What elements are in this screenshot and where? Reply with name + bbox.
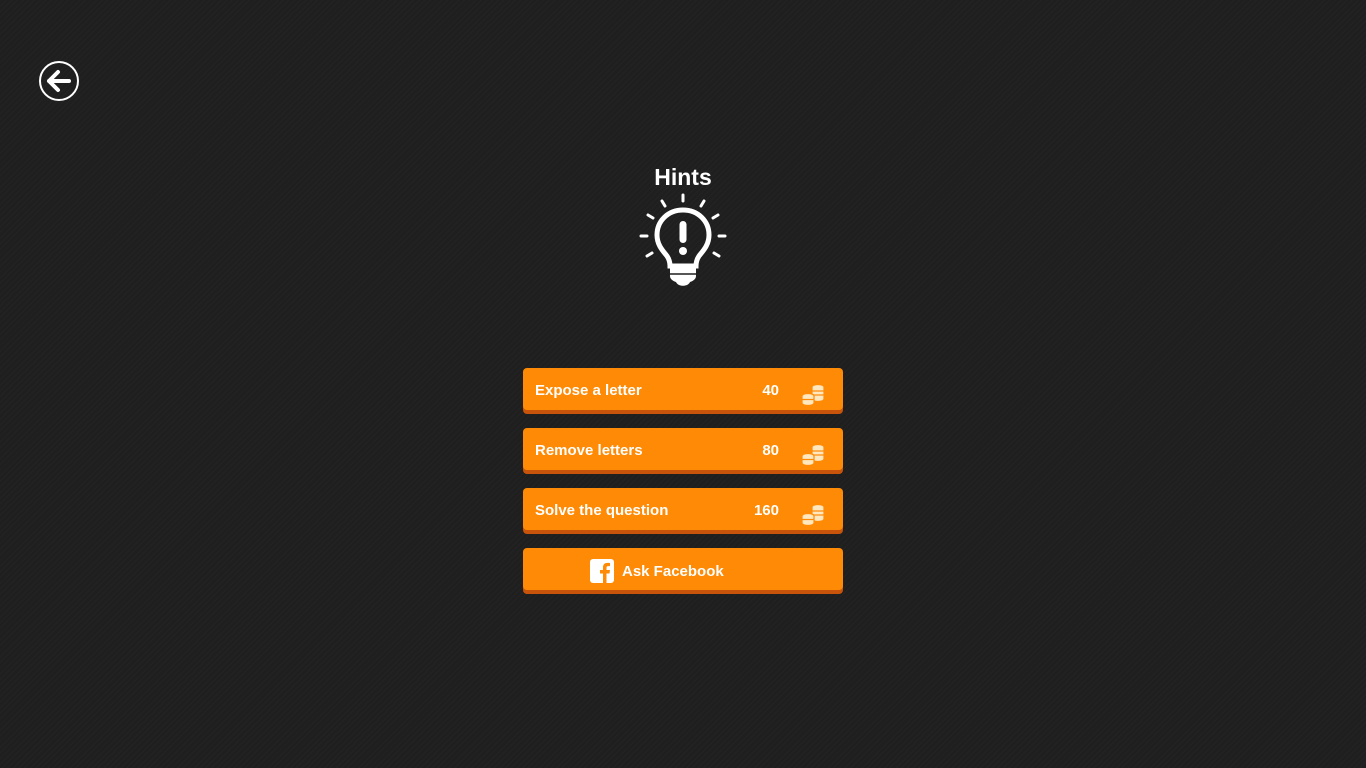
hint-cost: 160 bbox=[753, 502, 779, 519]
hint-label: Solve the question bbox=[535, 502, 669, 519]
hint-cost: 80 bbox=[762, 442, 779, 459]
hint-label: Expose a letter bbox=[535, 382, 642, 399]
lightbulb-exclamation-icon bbox=[638, 192, 728, 292]
hint-cost: 40 bbox=[762, 382, 779, 399]
remove-letters-button[interactable]: Remove letters 80 bbox=[523, 428, 843, 470]
back-button[interactable] bbox=[38, 60, 80, 102]
hint-label: Remove letters bbox=[535, 442, 643, 459]
expose-letter-button[interactable]: Expose a letter 40 bbox=[523, 368, 843, 410]
solve-question-button[interactable]: Solve the question 160 bbox=[523, 488, 843, 530]
coins-icon bbox=[799, 499, 827, 527]
page-title: Hints bbox=[654, 164, 712, 190]
ask-facebook-content: Ask Facebook bbox=[590, 548, 724, 594]
facebook-icon bbox=[590, 559, 614, 583]
back-arrow-icon bbox=[38, 60, 80, 102]
ask-facebook-label: Ask Facebook bbox=[622, 562, 724, 580]
coins-icon bbox=[799, 379, 827, 407]
coins-icon bbox=[799, 439, 827, 467]
ask-facebook-button[interactable]: Ask Facebook bbox=[523, 548, 843, 590]
